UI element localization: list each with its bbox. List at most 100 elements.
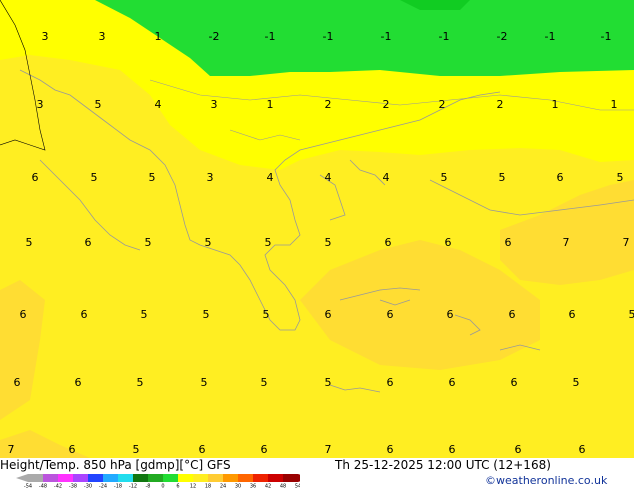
colorbar-left-arrow [16,474,28,482]
contour-value-label: 5 [95,98,102,111]
map-canvas: 3 3 1 -2 -1 -1 -1 -1 -2 -1 -1 3 5 4 3 1 2 2 2 2 1 1 6 5 5 3 4 4 4 5 5 6… [0,0,634,458]
contour-value-label: 2 [497,98,504,111]
colorbar-tick-label: -8 [146,484,151,489]
contour-value-label: 5 [263,308,270,321]
colorbar-tick-label: 42 [265,484,271,489]
colorbar-tick-label: 18 [205,484,211,489]
contour-value-label: 2 [383,98,390,111]
colorbar-segment [148,474,163,482]
contour-value-label: 6 [447,308,454,321]
contour-value-label: 7 [563,236,570,249]
contour-value-label: 6 [515,443,522,456]
contour-value-label: 6 [325,308,332,321]
colorbar-tick-label: 24 [220,484,226,489]
contour-value-label: 5 [141,308,148,321]
contour-value-label: 5 [133,443,140,456]
contour-value-label: 6 [85,236,92,249]
contour-value-label: -1 [545,30,556,43]
contour-value-label: 7 [623,236,630,249]
contour-value-label: 5 [145,236,152,249]
contour-value-label: 6 [569,308,576,321]
contour-value-label: 5 [91,171,98,184]
colorbar-tick-label: -30 [84,484,92,489]
contour-value-label: 1 [611,98,618,111]
colorbar-segment [253,474,268,482]
contour-value-label: 5 [261,376,268,389]
contour-value-label: 3 [42,30,49,43]
contour-value-label: 4 [383,171,390,184]
contour-value-label: 5 [265,236,272,249]
contour-value-label: 5 [203,308,210,321]
contour-value-label: 6 [75,376,82,389]
contour-value-label: 7 [8,443,15,456]
contour-value-label: 1 [552,98,559,111]
contour-value-label: 5 [617,171,624,184]
contour-value-label: 5 [629,308,634,321]
contour-value-label: 5 [325,236,332,249]
contour-value-label: 1 [155,30,162,43]
contour-value-label: 2 [439,98,446,111]
colorbar-tick-label: 0 [161,484,164,489]
colorbar-tick-label: 48 [280,484,286,489]
contour-value-label: 6 [505,236,512,249]
colorbar-segment [283,474,298,482]
colorbar-segment [28,474,43,482]
contour-value-label: 6 [557,171,564,184]
contour-value-label: 1 [267,98,274,111]
contour-value-label: 3 [99,30,106,43]
colorbar-tick-label: -12 [129,484,137,489]
contour-value-label: 6 [509,308,516,321]
contour-value-label: 3 [207,171,214,184]
contour-value-label: 6 [69,443,76,456]
contour-value-label: 3 [37,98,44,111]
colorbar-segment [178,474,193,482]
contour-value-label: 3 [211,98,218,111]
colorbar-segment [58,474,73,482]
contour-value-label: -1 [323,30,334,43]
contour-value-label: 4 [325,171,332,184]
contour-value-label: 6 [261,443,268,456]
colorbar-segment [133,474,148,482]
colorbar-tick-label: 36 [250,484,256,489]
colorbar-segment [268,474,283,482]
colorbar-segment [238,474,253,482]
colorbar: -54 -48 -42 -38 -30 -24 -18 -12 -8 0 6 12 18 24 30 36 42… [16,474,300,489]
colorbar-tick-label: 6 [176,484,179,489]
contour-value-label: 6 [387,443,394,456]
contour-value-label: -2 [209,30,220,43]
contour-value-label: 5 [573,376,580,389]
contour-value-label: 6 [449,443,456,456]
map-datetime: Th 25-12-2025 12:00 UTC (12+168) [335,458,551,472]
colorbar-tick-label: -48 [39,484,47,489]
colorbar-segment [73,474,88,482]
footer: Height/Temp. 850 hPa [gdmp][°C] GFS Th 2… [0,458,634,490]
colorbar-tick-label: -18 [114,484,122,489]
contour-value-label: 6 [387,376,394,389]
colorbar-segment [163,474,178,482]
contour-value-label: 6 [449,376,456,389]
contour-value-label: 7 [325,443,332,456]
colorbar-segment [88,474,103,482]
credit-link[interactable]: ©weatheronline.co.uk [485,474,607,487]
contour-value-label: 6 [445,236,452,249]
colorbar-right-arrow [298,474,300,482]
contour-value-label: -1 [439,30,450,43]
colorbar-tick-label: 12 [190,484,196,489]
colorbar-segment [208,474,223,482]
contour-value-label: 5 [325,376,332,389]
contour-value-label: 6 [385,236,392,249]
colorbar-tick-label: -24 [99,484,107,489]
contour-value-label: 6 [32,171,39,184]
colorbar-segment [118,474,133,482]
colorbar-tick-label: -38 [69,484,77,489]
weather-map: 3 3 1 -2 -1 -1 -1 -1 -2 -1 -1 3 5 4 3 1 2 2 2 2 1 1 6 5 5 3 4 4 4 5 5 6… [0,0,634,458]
contour-value-label: 5 [441,171,448,184]
contour-value-label: -1 [381,30,392,43]
map-title: Height/Temp. 850 hPa [gdmp][°C] GFS [0,458,231,472]
contour-value-label: 5 [499,171,506,184]
contour-value-label: 5 [26,236,33,249]
contour-value-label: 6 [20,308,27,321]
colorbar-segment [193,474,208,482]
contour-value-label: 6 [14,376,21,389]
contour-value-label: 5 [149,171,156,184]
